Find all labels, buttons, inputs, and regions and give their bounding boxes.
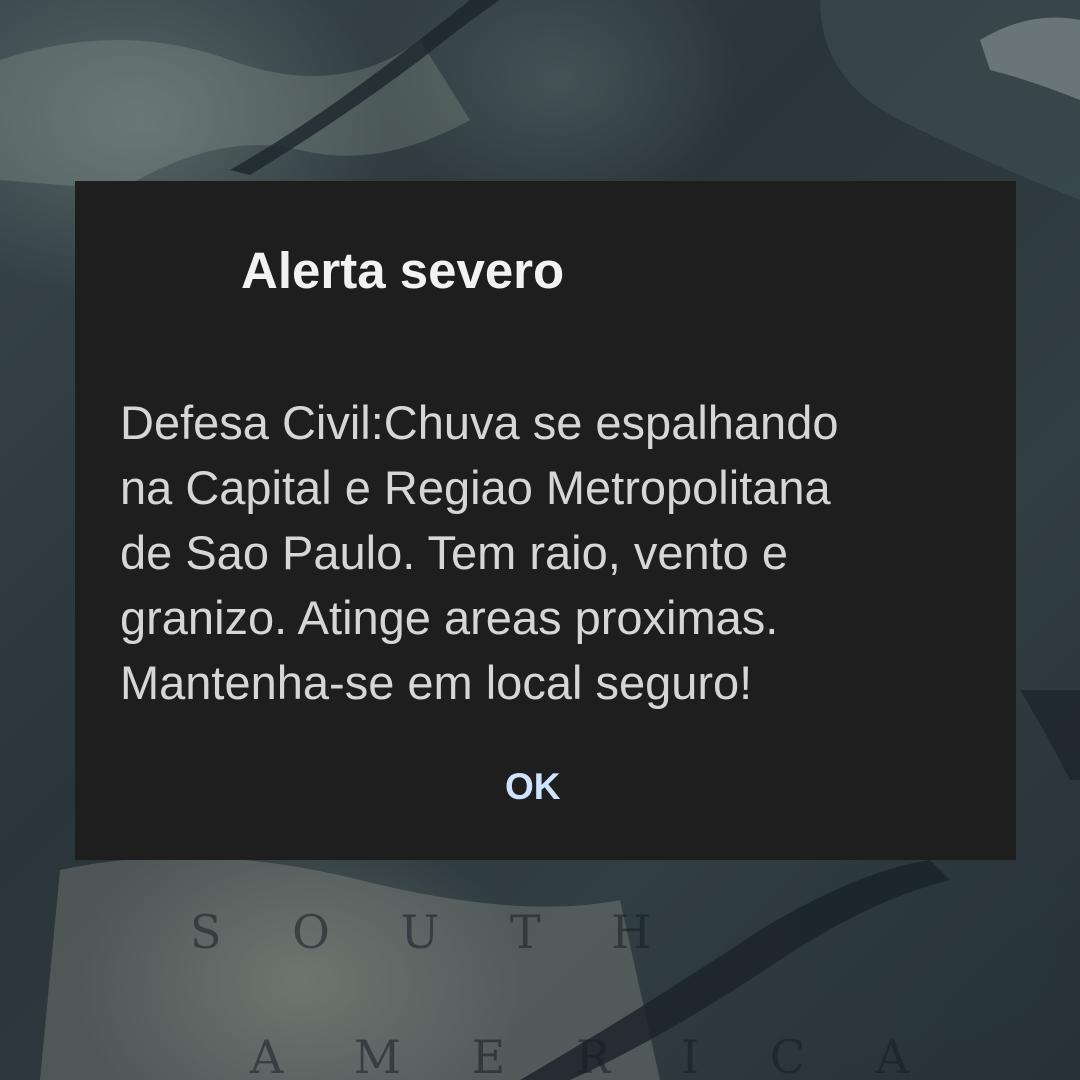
ok-button[interactable]: OK <box>495 766 571 808</box>
message-line: Mantenha-se em local seguro! <box>120 656 753 709</box>
alert-dialog: Alerta severo Defesa Civil:Chuva se espa… <box>75 181 1016 860</box>
map-label-south: S O U T H <box>190 905 680 959</box>
map-label-america: A M E R I C A <box>250 1030 937 1080</box>
message-line: na Capital e Regiao Metropolitana <box>120 461 831 514</box>
message-line: Defesa Civil:Chuva se espalhando <box>120 396 839 449</box>
message-line: de Sao Paulo. Tem raio, vento e <box>120 526 789 579</box>
dialog-message: Defesa Civil:Chuva se espalhando na Capi… <box>120 390 980 715</box>
message-line: granizo. Atinge areas proximas. <box>120 591 779 644</box>
dialog-title: Alerta severo <box>241 242 565 299</box>
